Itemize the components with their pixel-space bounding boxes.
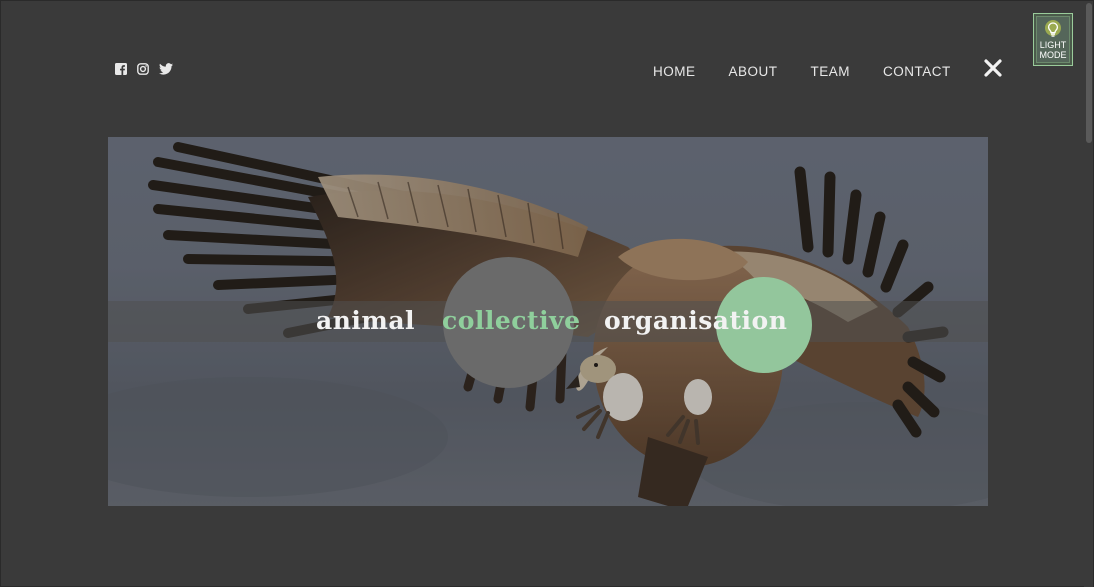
hero-word-organisation: organisation	[604, 306, 788, 335]
scrollbar[interactable]	[1084, 1, 1093, 587]
hero-word-collective: collective	[442, 306, 581, 335]
nav-item-team[interactable]: TEAM	[811, 63, 851, 81]
light-mode-toggle[interactable]: LIGHT MODE	[1033, 13, 1073, 66]
scrollbar-thumb[interactable]	[1086, 3, 1092, 143]
hero-banner: animal collective organisation	[108, 137, 988, 506]
instagram-icon[interactable]	[137, 63, 149, 75]
nav-item-contact[interactable]: CONTACT	[883, 63, 951, 81]
page: HOME ABOUT TEAM CONTACT LIGHT MODE anima…	[0, 0, 1094, 587]
twitter-icon[interactable]	[159, 63, 173, 75]
social-links	[115, 63, 173, 75]
nav-item-about[interactable]: ABOUT	[729, 63, 778, 81]
lightbulb-icon	[1044, 20, 1062, 40]
nav-item-home[interactable]: HOME	[653, 63, 696, 81]
facebook-icon[interactable]	[115, 63, 127, 75]
light-mode-label-1: LIGHT	[1039, 40, 1067, 50]
main-nav: HOME ABOUT TEAM CONTACT	[653, 59, 1002, 82]
close-icon[interactable]	[984, 59, 1002, 82]
hero-word-animal: animal	[316, 306, 416, 335]
light-mode-label-2: MODE	[1039, 50, 1067, 60]
